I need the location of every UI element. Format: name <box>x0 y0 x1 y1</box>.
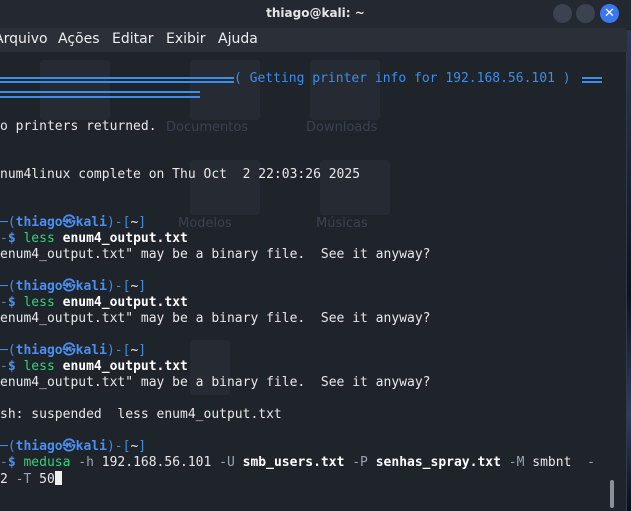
prompt-line: ─(thiago㉿kali)-[~] <box>0 279 147 294</box>
flag: -h <box>78 455 94 470</box>
flag-value: 50 <box>39 472 55 487</box>
prompt-at: ㉿ <box>62 215 76 230</box>
banner-rule-right <box>582 81 602 83</box>
flag: -P <box>352 455 368 470</box>
flag-value: 192.168.56.101 <box>101 455 212 470</box>
flag-value: 2 <box>0 472 8 487</box>
menu-bar: Arquivo Ações Editar Exibir Ajuda <box>0 28 627 52</box>
prompt-at: ㉿ <box>62 439 76 454</box>
desktop-wallpaper-edge <box>627 30 631 511</box>
prompt-line: ─(thiago㉿kali)-[~] <box>0 215 147 230</box>
terminal-output[interactable]: ( Getting printer info for 192.168.56.10… <box>0 52 627 511</box>
command-line-continued[interactable]: 2 -T 50 <box>0 471 62 487</box>
minimize-button[interactable] <box>553 4 572 23</box>
command-arg: enum4_output.txt <box>62 295 188 310</box>
menu-editar[interactable]: Editar <box>112 31 153 47</box>
flag-value: senhas_spray.txt <box>375 455 501 470</box>
output-line: sh: suspended less enum4_output.txt <box>0 407 282 422</box>
output-line: o printers returned. <box>0 119 157 134</box>
command-line: -$ less enum4_output.txt <box>0 295 188 310</box>
prompt-host: kali <box>75 439 107 454</box>
title-bar[interactable]: thiago@kali: ~ ✕ <box>0 0 631 28</box>
banner-text: ( Getting printer info for 192.168.56.10… <box>234 71 571 86</box>
banner-rule-right <box>582 77 602 79</box>
output-line: enum4_output.txt" may be a binary file. … <box>0 375 431 390</box>
banner-rule-left <box>0 77 234 79</box>
flag: -M <box>508 455 525 470</box>
prompt-user: thiago <box>15 279 63 294</box>
banner-underline <box>0 91 200 93</box>
banner-underline <box>0 96 200 98</box>
banner-rule-left <box>0 81 234 83</box>
maximize-button[interactable] <box>576 4 595 23</box>
prompt-at: ㉿ <box>62 343 76 358</box>
output-line: num4linux complete on Thu Oct 2 22:03:26… <box>0 167 361 182</box>
prompt-at: ㉿ <box>62 279 76 294</box>
command-name: less <box>23 359 55 374</box>
close-button[interactable]: ✕ <box>600 4 619 23</box>
menu-arquivo[interactable]: Arquivo <box>0 31 48 47</box>
prompt-line: ─(thiago㉿kali)-[~] <box>0 343 147 358</box>
output-line: enum4_output.txt" may be a binary file. … <box>0 311 431 326</box>
prompt-line: ─(thiago㉿kali)-[~] <box>0 439 147 454</box>
menu-ajuda[interactable]: Ajuda <box>218 31 258 47</box>
menu-exibir[interactable]: Exibir <box>166 31 206 47</box>
prompt-host: kali <box>75 215 107 230</box>
prompt-host: kali <box>75 279 107 294</box>
prompt-host: kali <box>75 343 107 358</box>
menu-acoes[interactable]: Ações <box>58 31 100 47</box>
command-arg: enum4_output.txt <box>62 359 188 374</box>
command-arg: enum4_output.txt <box>62 231 188 246</box>
scrollbar[interactable] <box>610 480 614 508</box>
flag-value: smbnt <box>532 455 572 470</box>
flag-value: smb_users.txt <box>242 455 345 470</box>
prompt-user: thiago <box>15 215 63 230</box>
flag: -U <box>219 455 235 470</box>
flag: - <box>587 455 595 470</box>
prompt-user: thiago <box>15 343 63 358</box>
close-icon: ✕ <box>604 6 615 21</box>
command-line: -$ less enum4_output.txt <box>0 231 188 246</box>
output-line: enum4_output.txt" may be a binary file. … <box>0 247 431 262</box>
command-line[interactable]: -$ medusa -h 192.168.56.101 -U smb_users… <box>0 455 595 471</box>
window-title: thiago@kali: ~ <box>266 6 365 20</box>
command-name: less <box>23 295 55 310</box>
command-line: -$ less enum4_output.txt <box>0 359 188 374</box>
command-name: medusa <box>23 455 71 470</box>
text-cursor <box>54 471 62 485</box>
command-name: less <box>23 231 55 246</box>
flag: -T <box>15 472 32 487</box>
prompt-user: thiago <box>15 439 63 454</box>
